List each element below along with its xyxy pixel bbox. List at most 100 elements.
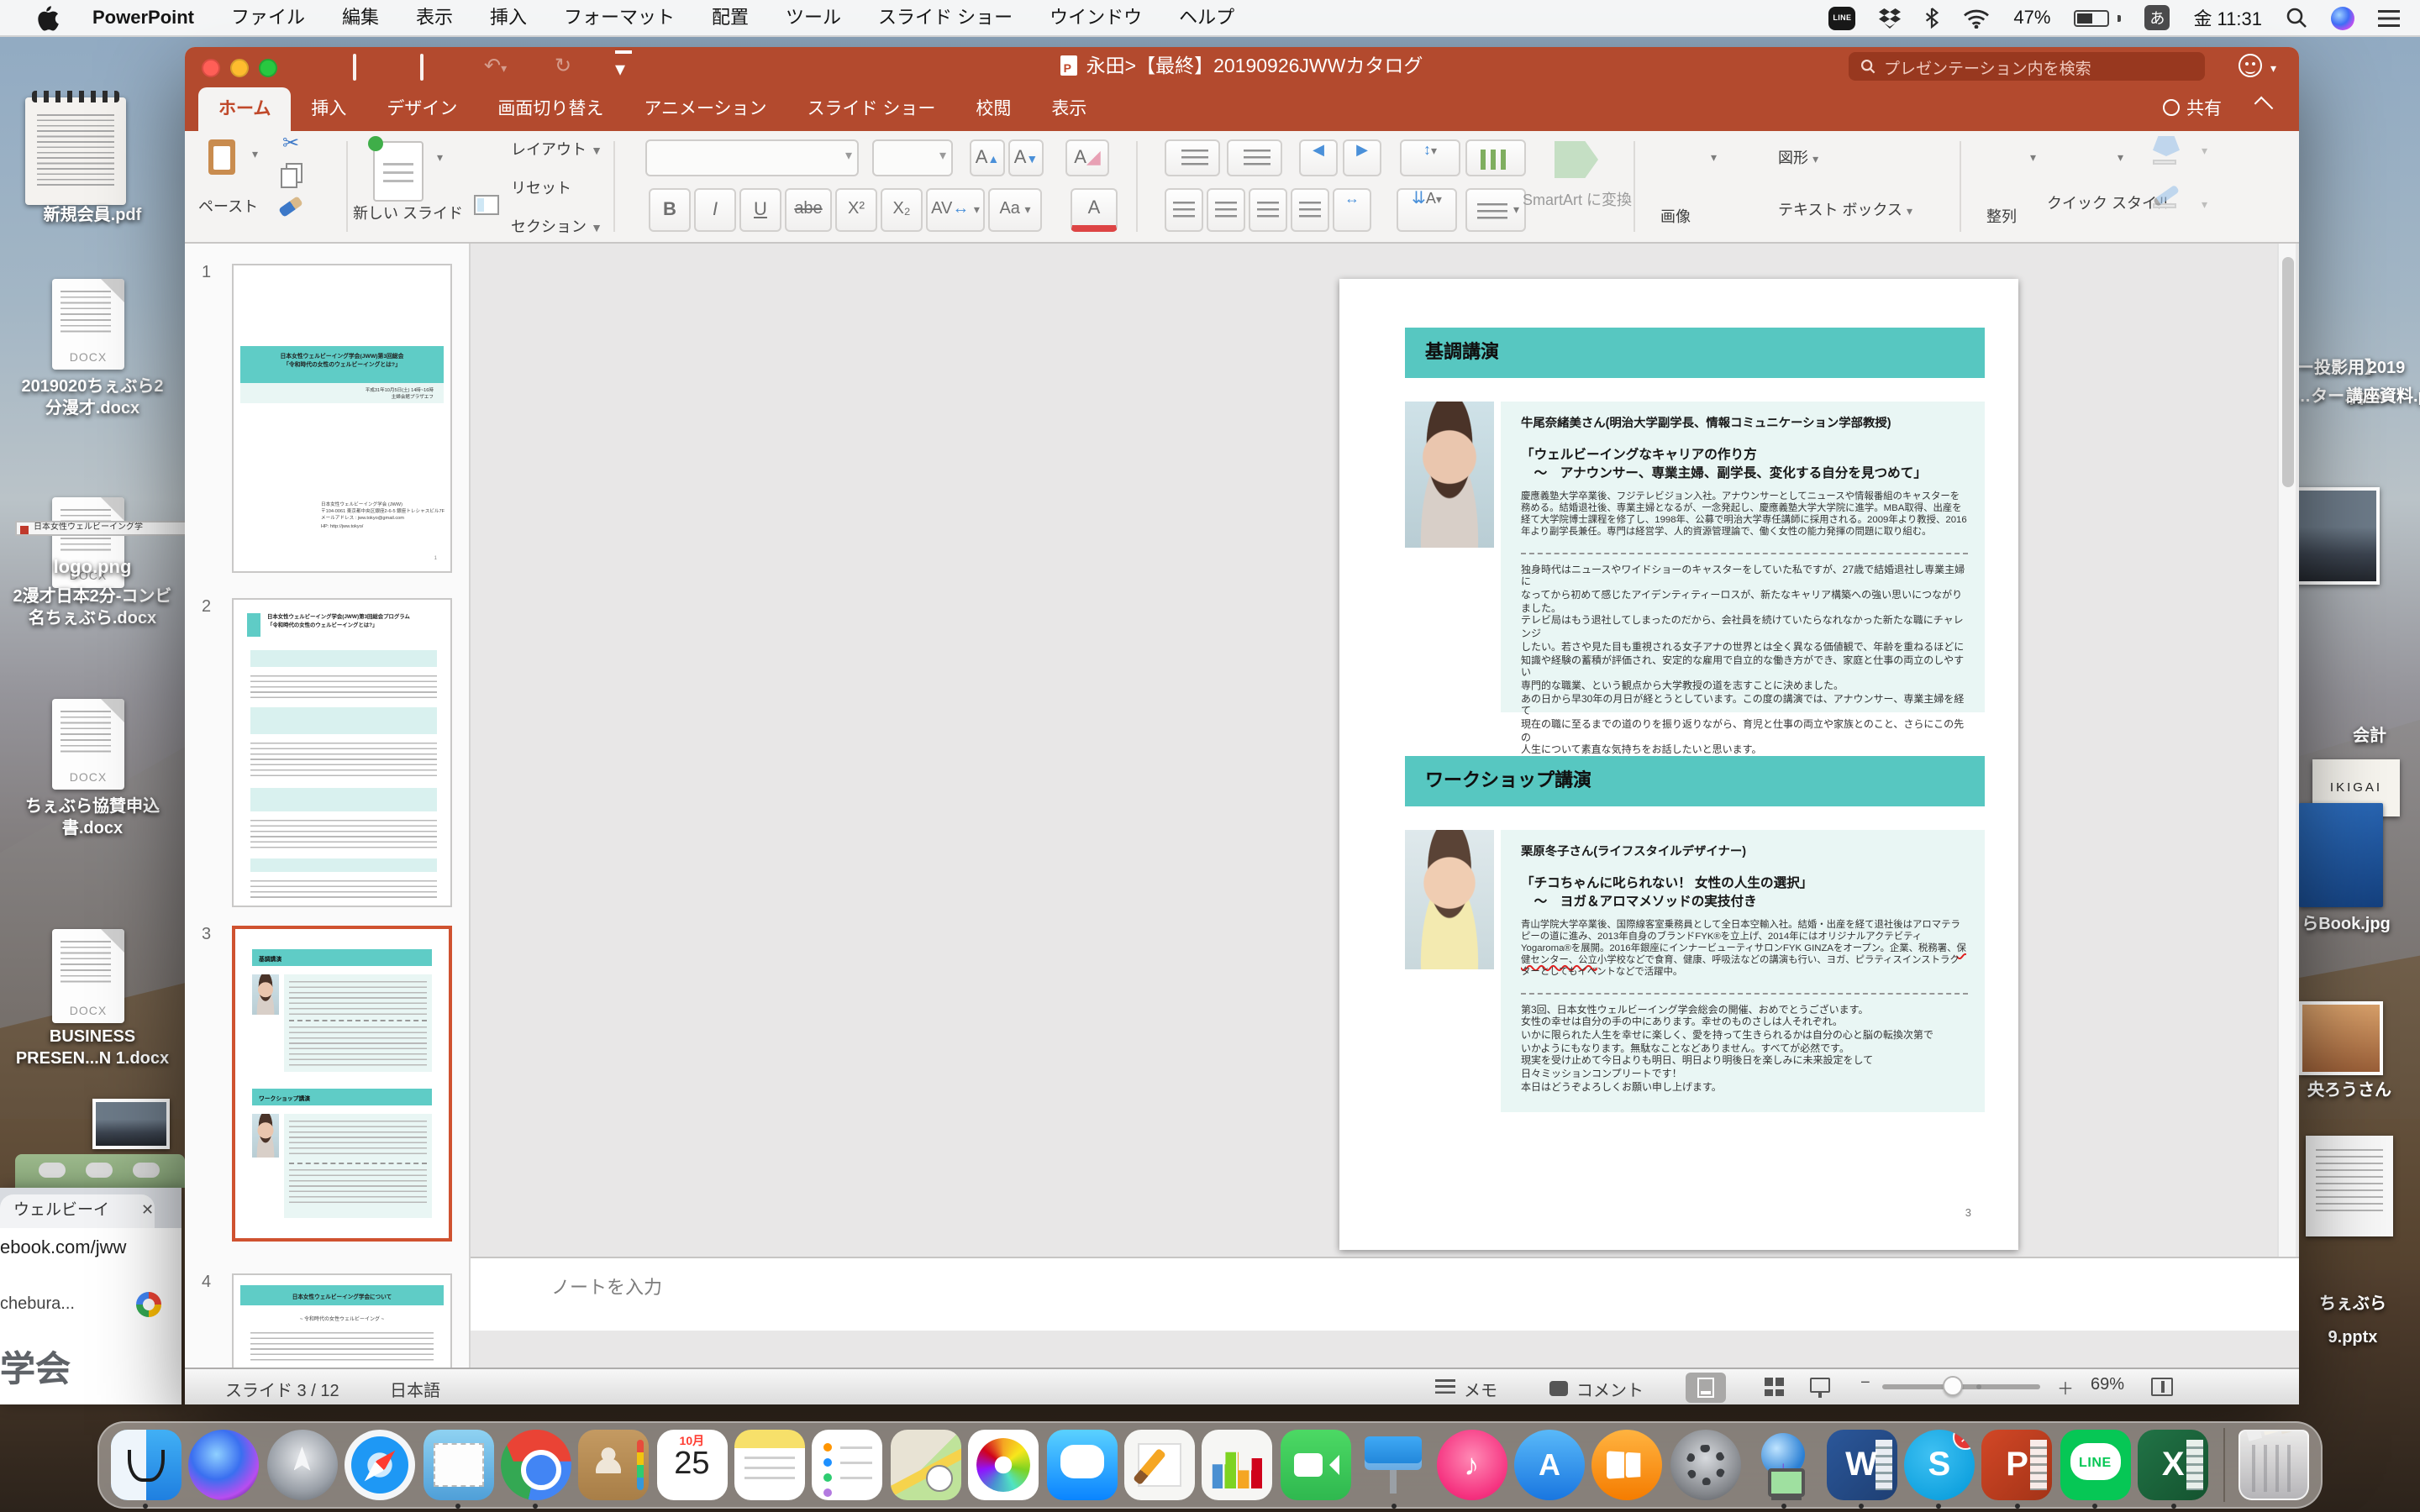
slide-thumbnail-4[interactable]: 日本女性ウェルビーイング学会について ~ 令和時代の女性ウェルビーイング ~ bbox=[232, 1273, 452, 1368]
superscript-button[interactable]: X² bbox=[835, 188, 877, 232]
subscript-button[interactable]: X₂ bbox=[881, 188, 923, 232]
maps-dock-icon[interactable] bbox=[889, 1423, 963, 1507]
zoom-slider-thumb[interactable] bbox=[1943, 1376, 1963, 1396]
appstore-dock-icon[interactable]: A bbox=[1512, 1423, 1586, 1507]
align-right-button[interactable] bbox=[1249, 188, 1287, 232]
pages-dock-icon[interactable] bbox=[1123, 1423, 1197, 1507]
launchpad-dock-icon[interactable] bbox=[266, 1423, 339, 1507]
wifi-icon[interactable] bbox=[1963, 8, 1990, 28]
file-label[interactable]: 央ろうさん bbox=[2286, 1080, 2413, 1102]
paste-dropdown-icon[interactable]: ▾ bbox=[252, 148, 258, 161]
picture-dropdown-icon[interactable]: ▾ bbox=[1711, 151, 1717, 165]
file-label[interactable]: logo.png bbox=[0, 558, 185, 580]
desktop-photo-thumbnail[interactable] bbox=[2299, 1001, 2383, 1075]
underline-button[interactable]: U bbox=[739, 188, 781, 232]
zoom-percent[interactable]: 69% bbox=[2091, 1376, 2124, 1394]
address-bar-text[interactable]: ebook.com/jww bbox=[0, 1238, 126, 1258]
character-spacing-button[interactable]: AV↔ ▾ bbox=[926, 188, 985, 232]
slide-sorter-view-button[interactable] bbox=[1744, 1373, 1785, 1403]
keynote-section-header[interactable]: 基調講演 bbox=[1405, 328, 1985, 378]
menu-view[interactable]: 表示 bbox=[397, 0, 471, 36]
new-slide-dropdown-icon[interactable]: ▾ bbox=[437, 151, 443, 165]
justify-button[interactable] bbox=[1291, 188, 1329, 232]
bookmark-item[interactable]: chebura... bbox=[0, 1295, 75, 1314]
decrease-font-size-button[interactable]: A▼ bbox=[1008, 139, 1044, 176]
finder-dock-icon[interactable] bbox=[109, 1423, 183, 1507]
shape-outline-dropdown-icon[interactable]: ▾ bbox=[2202, 198, 2207, 212]
battery-icon[interactable] bbox=[2074, 9, 2121, 26]
apple-menu-icon[interactable] bbox=[37, 4, 60, 31]
file-label[interactable]: 2019020ちぇぶら2 分漫才.docx bbox=[0, 376, 195, 420]
notification-center-icon[interactable] bbox=[2378, 9, 2400, 26]
messages-dock-icon[interactable]: ••• bbox=[1044, 1423, 1118, 1507]
facetime-dock-icon[interactable] bbox=[1279, 1423, 1353, 1507]
dropbox-icon[interactable] bbox=[1879, 8, 1901, 28]
strikethrough-button[interactable]: abe bbox=[785, 188, 832, 232]
shape-outline-button[interactable] bbox=[2153, 192, 2180, 208]
file-label[interactable]: 講座資料.pptx bbox=[2346, 386, 2420, 408]
menu-powerpoint[interactable]: PowerPoint bbox=[74, 0, 213, 36]
workshop-section-header[interactable]: ワークショップ講演 bbox=[1405, 756, 1985, 806]
slide-thumbnail-3-selected[interactable]: 基調講演 ワークショップ講演 bbox=[232, 926, 452, 1242]
align-left-button[interactable] bbox=[1165, 188, 1203, 232]
itunes-dock-icon[interactable]: ♪ bbox=[1434, 1423, 1508, 1507]
indent-button[interactable]: ▶ bbox=[1343, 139, 1381, 176]
tab-insert[interactable]: 挿入 bbox=[291, 87, 366, 131]
shapes-button[interactable]: 図形 ▾ bbox=[1778, 146, 1818, 168]
reset-button[interactable]: リセット bbox=[511, 176, 571, 198]
desktop-photo-thumbnail[interactable] bbox=[2296, 487, 2380, 585]
keynote-speaker-photo[interactable] bbox=[1405, 402, 1494, 548]
menu-edit[interactable]: 編集 bbox=[324, 0, 397, 36]
line-menubar-icon[interactable]: LINE bbox=[1828, 6, 1855, 29]
contacts-dock-icon[interactable] bbox=[577, 1423, 651, 1507]
menu-slideshow[interactable]: スライド ショー bbox=[860, 0, 1031, 36]
arrange-dropdown-icon[interactable]: ▾ bbox=[2030, 151, 2036, 165]
file-label[interactable]: らBook.jpg bbox=[2282, 914, 2410, 936]
trash-dock-icon[interactable] bbox=[2237, 1423, 2311, 1507]
tab-view[interactable]: 表示 bbox=[1031, 87, 1107, 131]
zoom-slider[interactable] bbox=[1882, 1384, 2040, 1389]
mail-dock-icon[interactable] bbox=[421, 1423, 495, 1507]
siri-icon[interactable] bbox=[2331, 6, 2354, 29]
slideshow-view-button[interactable] bbox=[1800, 1373, 1840, 1403]
remote-desktop-dock-icon[interactable]: ↓ bbox=[1746, 1423, 1820, 1507]
text-direction-button[interactable]: ⇊A▾ bbox=[1397, 188, 1457, 232]
powerpoint-dock-icon[interactable]: P bbox=[1981, 1423, 2054, 1507]
tab-animations[interactable]: アニメーション bbox=[623, 87, 786, 131]
chrome-tab[interactable]: ウェルビーイ bbox=[0, 1194, 155, 1228]
keynote-dock-icon[interactable] bbox=[1357, 1423, 1431, 1507]
file-label[interactable]: 2019 bbox=[2353, 358, 2420, 380]
excel-dock-icon[interactable]: X bbox=[2136, 1423, 2210, 1507]
comment-button[interactable]: コメント bbox=[1576, 1376, 1644, 1401]
file-label[interactable]: 新規会員.pdf bbox=[0, 205, 185, 227]
align-text-button[interactable]: ▾ bbox=[1465, 188, 1526, 232]
quick-styles-dropdown-icon[interactable]: ▾ bbox=[2118, 151, 2123, 165]
slide-thumbnail-1[interactable]: 日本女性ウェルビーイング学会(JWW)第3回総会「令和時代の女性のウェルビーイン… bbox=[232, 264, 452, 573]
font-name-combo[interactable] bbox=[645, 139, 859, 176]
menu-file[interactable]: ファイル bbox=[213, 0, 324, 36]
notes-placeholder[interactable]: ノートを入力 bbox=[551, 1273, 662, 1300]
document-stack[interactable] bbox=[2306, 1136, 2393, 1236]
distribute-text-button[interactable]: ↔ bbox=[1333, 188, 1371, 232]
photos-dock-icon[interactable] bbox=[967, 1423, 1041, 1507]
new-slide-button[interactable] bbox=[373, 141, 424, 202]
memo-button[interactable]: メモ bbox=[1464, 1376, 1497, 1401]
books-dock-icon[interactable] bbox=[1591, 1423, 1665, 1507]
file-label[interactable]: 9.pptx bbox=[2306, 1327, 2400, 1349]
notes-pane[interactable]: ノートを入力 bbox=[471, 1257, 2299, 1331]
system-preferences-dock-icon[interactable] bbox=[1669, 1423, 1743, 1507]
presentation-search-input[interactable]: プレゼンテーション内を検索 bbox=[1849, 52, 2205, 81]
tab-slideshow[interactable]: スライド ショー bbox=[787, 87, 956, 131]
keynote-speaker-box[interactable]: 牛尾奈緒美さん(明治大学副学長、情報コミュニケーション学部教授) 「ウェルビーイ… bbox=[1501, 402, 1985, 712]
bluetooth-icon[interactable] bbox=[1924, 7, 1939, 29]
canvas-scrollbar[interactable] bbox=[2277, 244, 2296, 1294]
file-label[interactable]: ちぇぶら協賛申込 書.docx bbox=[0, 796, 192, 840]
workshop-speaker-box[interactable]: 栗原冬子さん(ライフスタイルデザイナー) 「チコちゃんに叱られない！ 女性の人生… bbox=[1501, 830, 1985, 1112]
outdent-button[interactable]: ◀ bbox=[1299, 139, 1338, 176]
numbers-dock-icon[interactable] bbox=[1201, 1423, 1275, 1507]
scrollbar-thumb[interactable] bbox=[2282, 257, 2294, 487]
menu-format[interactable]: フォーマット bbox=[545, 0, 693, 36]
file-icon-docx[interactable]: DOCX bbox=[52, 929, 124, 1023]
language-indicator[interactable]: 日本語 bbox=[390, 1376, 440, 1401]
spotlight-search-icon[interactable] bbox=[2286, 7, 2307, 29]
